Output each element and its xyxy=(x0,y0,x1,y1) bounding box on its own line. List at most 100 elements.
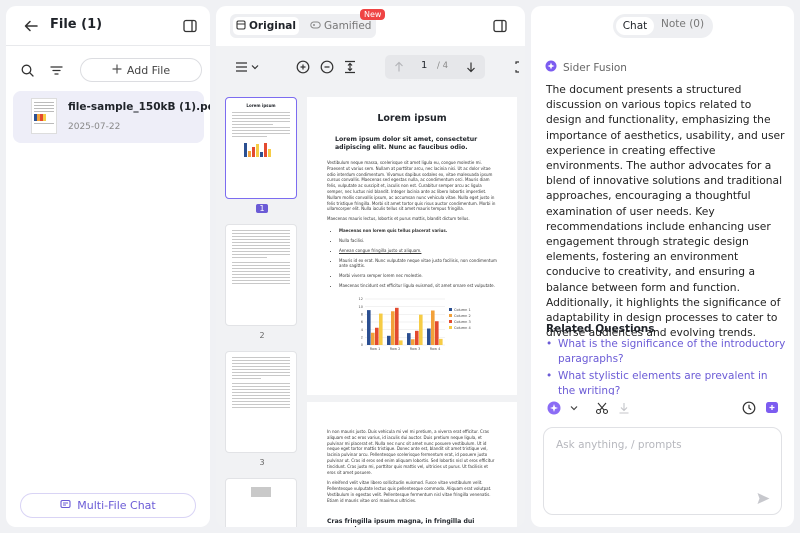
page-thumbnail[interactable] xyxy=(225,351,297,453)
chart-bar xyxy=(407,333,411,345)
page-thumbnail[interactable] xyxy=(225,224,297,326)
menu-dropdown-icon[interactable] xyxy=(234,59,262,75)
fullscreen-icon[interactable] xyxy=(513,59,525,75)
model-selector-icon[interactable] xyxy=(546,400,580,416)
file-list-item[interactable]: file-sample_150kB (1).pdf 2025-07-22 xyxy=(13,91,210,143)
chart-bar xyxy=(415,330,419,345)
add-file-label: Add File xyxy=(126,63,171,77)
chart-bar xyxy=(411,339,415,345)
thumb-image-icon xyxy=(251,487,271,497)
x-tick-label: Row 3 xyxy=(410,347,421,351)
file-name: file-sample_150kB (1).pdf xyxy=(68,101,210,113)
legend-entry: Column 2 xyxy=(454,314,471,318)
page-bullet-list: Maecenas non lorem quis tellus placerat … xyxy=(327,228,497,288)
bullet-item: Nulla facilisi. xyxy=(339,238,497,243)
chart-bar xyxy=(371,332,375,345)
page-thumbnail[interactable] xyxy=(225,478,297,527)
page-paragraph: Maecenas mauris lectus, lobortis et puru… xyxy=(327,216,470,222)
add-file-button[interactable]: Add File xyxy=(80,58,202,82)
y-tick-label: 8 xyxy=(361,313,363,317)
bullet-item: Aenean congue fringilla justo ut aliquam… xyxy=(339,248,497,253)
download-icon[interactable] xyxy=(616,400,632,416)
sidebar-toggle-icon[interactable] xyxy=(182,18,198,34)
pdf-page-2: In non mauris justo. Duis vehicula mi ve… xyxy=(307,402,517,527)
legend-entry: Column 1 xyxy=(454,308,471,312)
page-paragraph: Vestibulum neque massa, scelerisque sit … xyxy=(327,160,496,212)
file-date: 2025-07-22 xyxy=(68,122,121,132)
related-question-link[interactable]: What is the significance of the introduc… xyxy=(546,337,786,367)
view-gamified-label: Gamified xyxy=(324,20,372,32)
x-tick-label: Row 2 xyxy=(390,347,401,351)
scissors-icon[interactable] xyxy=(594,400,610,416)
new-chat-icon[interactable] xyxy=(764,400,780,416)
gamepad-icon xyxy=(310,20,321,33)
next-page-icon[interactable] xyxy=(463,59,479,75)
y-tick-label: 4 xyxy=(361,328,364,332)
legend-swatch xyxy=(449,319,452,323)
multi-file-chat-button[interactable]: Multi-File Chat xyxy=(20,493,196,518)
search-icon[interactable] xyxy=(20,63,34,77)
pdf-viewer: Original Gamified New 1 / 4 Lorem ipsum … xyxy=(216,6,525,527)
chat-input-placeholder[interactable]: Ask anything, / prompts xyxy=(556,439,682,451)
chart-bar xyxy=(399,340,403,345)
tab-note[interactable]: Note (0) xyxy=(661,18,704,30)
thumb-chart-icon xyxy=(244,141,290,157)
chat-tabs: Chat Note (0) xyxy=(613,14,713,38)
bullet-item: Morbi viverra semper lorem nec molestie. xyxy=(339,273,497,278)
view-mode-switch: Original Gamified xyxy=(230,14,376,38)
view-original-tab[interactable]: Original xyxy=(233,17,299,35)
thumb-title: Lorem ipsum xyxy=(246,103,276,108)
zoom-in-icon[interactable] xyxy=(295,59,311,75)
file-panel-title: File (1) xyxy=(50,17,103,32)
y-tick-label: 0 xyxy=(361,343,363,347)
y-tick-label: 6 xyxy=(361,320,363,324)
chart-bar xyxy=(387,335,391,345)
view-original-label: Original xyxy=(249,20,296,32)
x-tick-label: Row 4 xyxy=(430,347,441,351)
related-questions-heading: Related Questions xyxy=(546,323,655,335)
page-heading: Cras fringilla ipsum magna, in fringilla… xyxy=(327,517,475,527)
tab-chat[interactable]: Chat xyxy=(616,17,654,35)
x-tick-label: Row 1 xyxy=(370,347,381,351)
page-paragraph: In eleifend velit vitae libero sollicitu… xyxy=(327,480,492,503)
bullet-item: Maecenas non lorem quis tellus placerat … xyxy=(339,228,497,233)
bullet-item: Mauris id ex erat. Nunc vulputate neque … xyxy=(339,258,497,268)
chat-bubble-icon xyxy=(60,499,71,513)
chart-bar xyxy=(419,314,423,345)
page-subtitle: Lorem ipsum dolor sit amet, consectetur … xyxy=(335,136,478,151)
chat-actions-bar xyxy=(531,396,794,420)
related-question-link[interactable]: What stylistic elements are prevalent in… xyxy=(546,369,786,395)
viewer-header: Original Gamified New xyxy=(216,6,525,46)
bar-chart: 12 10 8 6 4 2 0 Row 1 Row 2 Row 3 Row 4 Column 1 Col… xyxy=(359,297,472,351)
pdf-page-1: Lorem ipsum Lorem ipsum dolor sit amet, … xyxy=(307,97,517,395)
y-tick-label: 12 xyxy=(359,297,363,301)
back-arrow-icon[interactable] xyxy=(22,17,40,35)
panel-toggle-icon[interactable] xyxy=(492,18,508,34)
legend-entry: Column 4 xyxy=(454,326,472,330)
zoom-out-icon[interactable] xyxy=(319,59,335,75)
chart-bar xyxy=(367,310,371,345)
fit-height-icon[interactable] xyxy=(342,59,358,75)
multi-file-chat-label: Multi-File Chat xyxy=(77,499,156,512)
page-navigator: 1 / 4 xyxy=(385,55,485,79)
chat-panel: Chat Note (0) Sider Fusion The document … xyxy=(531,6,794,527)
send-icon[interactable] xyxy=(755,490,771,506)
chart-bar xyxy=(395,307,399,345)
page-thumbnails: Lorem ipsum 1 2 3 xyxy=(216,92,306,527)
chart-bar xyxy=(439,338,443,345)
legend-swatch xyxy=(449,307,452,311)
current-page-input[interactable]: 1 xyxy=(421,60,427,71)
document-icon xyxy=(236,19,246,33)
prev-page-icon[interactable] xyxy=(391,59,407,75)
model-name: Sider Fusion xyxy=(563,61,627,74)
chart-bar xyxy=(379,313,383,345)
legend-entry: Column 3 xyxy=(454,320,471,324)
bullet-item: Maecenas tincidunt est efficitur ligula … xyxy=(339,283,497,288)
pdf-thumbnail-icon xyxy=(31,98,57,134)
page-thumbnail[interactable]: Lorem ipsum xyxy=(225,97,297,199)
filter-icon[interactable] xyxy=(49,63,63,77)
plus-icon xyxy=(112,63,122,77)
chat-input-box[interactable]: Ask anything, / prompts xyxy=(543,427,782,515)
history-icon[interactable] xyxy=(741,400,757,416)
legend-swatch xyxy=(449,313,452,317)
